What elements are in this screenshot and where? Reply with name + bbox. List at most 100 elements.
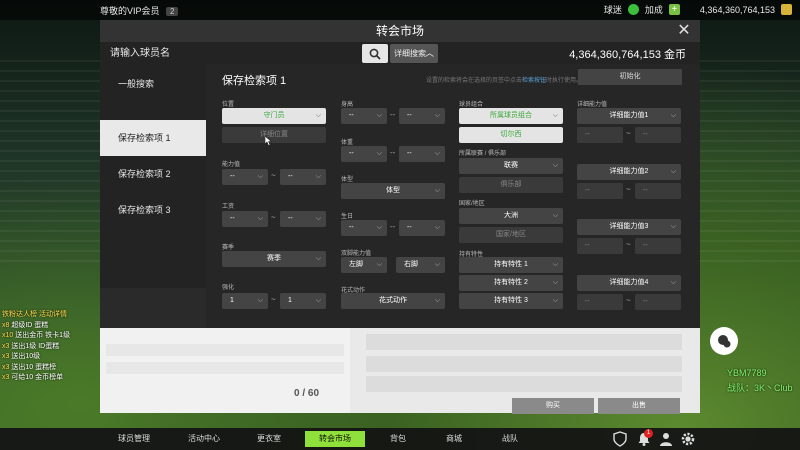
range-separator: -- [390, 222, 396, 231]
detail-ability-4-min[interactable]: -- [577, 294, 623, 310]
range-separator: ~ [626, 185, 631, 194]
weight-min-select[interactable]: -- ⌵ [341, 146, 387, 162]
nav-player-management[interactable]: 球员管理 [108, 431, 160, 447]
detail-ability-1-max[interactable]: -- [635, 127, 681, 143]
search-icon [369, 48, 381, 60]
season-select[interactable]: 赛季 ⌵ [222, 251, 326, 267]
season-value: 赛季 [267, 255, 281, 262]
detail-position-select[interactable]: 详细位置 [222, 127, 326, 143]
nav-transfer-market[interactable]: 转会市场 [305, 431, 365, 447]
right-foot-select[interactable]: 右脚 ⌵ [396, 257, 445, 273]
detail-ability-2-min[interactable]: -- [577, 183, 623, 199]
birthday-max-select[interactable]: -- ⌵ [399, 220, 445, 236]
advanced-search-button[interactable]: 详细搜索 ︿ [390, 44, 438, 63]
sidebar-item-saved-2[interactable]: 保存检索项 2 [100, 156, 206, 192]
search-sidebar: 一般搜索 保存检索项 1 保存检索项 2 保存检索项 3 [100, 64, 206, 288]
sidebar-item-saved-3[interactable]: 保存检索项 3 [100, 192, 206, 228]
salary-max-select[interactable]: -- ⌵ [280, 211, 326, 227]
skill-move-select[interactable]: 花式动作 ⌵ [341, 293, 445, 309]
trait-3-select[interactable]: 持有特性 3 ⌵ [459, 293, 563, 309]
smile-icon[interactable] [627, 4, 639, 15]
ability-min-select[interactable]: -- ⌵ [222, 169, 268, 185]
right-foot-value: 右脚 [404, 261, 418, 268]
trade-area: 购买 出售 [350, 328, 700, 414]
upgrade-min-select[interactable]: 1 ⌵ [222, 293, 268, 309]
reset-button[interactable]: 初始化 [578, 69, 682, 85]
position-label: 位置 [222, 102, 235, 108]
chat-line: x3 可给10 金币榜单 [2, 373, 104, 384]
share-button[interactable] [710, 327, 738, 355]
ability-max-value: -- [288, 173, 293, 180]
trait-1-select[interactable]: 持有特性 1 ⌵ [459, 257, 563, 273]
sidebar-item-saved-1[interactable]: 保存检索项 1 [100, 120, 206, 156]
nation-select[interactable]: 国家/地区 [459, 227, 563, 243]
detail-ability-3-min[interactable]: -- [577, 238, 623, 254]
detail-ability-2-max[interactable]: -- [635, 183, 681, 199]
continent-select[interactable]: 大洲 ⌵ [459, 208, 563, 224]
player-search-input[interactable] [110, 44, 360, 62]
detail-ability-3-max[interactable]: -- [635, 238, 681, 254]
chevron-down-icon: ⌵ [434, 297, 440, 304]
plus-icon[interactable]: + [668, 4, 680, 15]
user-icon[interactable] [658, 431, 674, 447]
detail-ability-4-max[interactable]: -- [635, 294, 681, 310]
nav-event-center[interactable]: 活动中心 [178, 431, 230, 447]
search-button[interactable] [362, 44, 388, 63]
detail-ability-3-select[interactable]: 详细能力值3 ⌵ [577, 219, 681, 235]
detail-ability-4-select[interactable]: 详细能力值4 ⌵ [577, 275, 681, 291]
chevron-down-icon: ⌵ [376, 224, 382, 231]
nav-shop[interactable]: 商城 [436, 431, 472, 447]
list-item[interactable] [106, 362, 344, 374]
left-foot-select[interactable]: 左脚 ⌵ [341, 257, 387, 273]
sell-button[interactable]: 出售 [598, 398, 680, 414]
fans-label: 球迷 [603, 5, 622, 15]
info-bar [366, 376, 682, 392]
body-type-select[interactable]: 体型 ⌵ [341, 183, 445, 199]
chevron-down-icon: ⌵ [315, 173, 321, 180]
gear-icon[interactable] [680, 431, 696, 447]
nation-label: 国家/地区 [459, 201, 485, 207]
chat-count: x10 [2, 332, 14, 339]
position-select[interactable]: 守门员 ⌵ [222, 108, 326, 124]
detail-ability-2-select[interactable]: 详细能力值2 ⌵ [577, 164, 681, 180]
shield-icon[interactable] [612, 431, 628, 447]
range-separator: ~ [271, 171, 276, 180]
list-item[interactable] [106, 344, 344, 356]
player-list-area: 0 / 60 [100, 328, 350, 413]
weight-max-select[interactable]: -- ⌵ [399, 146, 445, 162]
nav-backpack[interactable]: 背包 [380, 431, 416, 447]
upgrade-max-select[interactable]: 1 ⌵ [280, 293, 326, 309]
sidebar-item-label: 保存检索项 2 [118, 169, 171, 179]
body-type-label: 体型 [341, 177, 354, 183]
nav-team[interactable]: 战队 [492, 431, 528, 447]
trait-2-select[interactable]: 持有特性 2 ⌵ [459, 275, 563, 291]
salary-min-select[interactable]: -- ⌵ [222, 211, 268, 227]
combo-select[interactable]: 所属球员组合 ⌵ [459, 108, 563, 124]
height-min-select[interactable]: -- ⌵ [341, 108, 387, 124]
close-icon[interactable]: ✕ [676, 23, 692, 39]
detail-ability-1-select[interactable]: 详细能力值1 ⌵ [577, 108, 681, 124]
trait-1-value: 持有特性 1 [494, 261, 528, 268]
ability-max-select[interactable]: -- ⌵ [280, 169, 326, 185]
chat-text: 可给10 金币榜单 [9, 374, 64, 381]
club-select[interactable]: 俱乐部 [459, 177, 563, 193]
vip-status: 尊敬的VIP会员 2 [100, 4, 179, 17]
height-max-select[interactable]: -- ⌵ [399, 108, 445, 124]
buy-button[interactable]: 购买 [512, 398, 594, 414]
detail-ability-2-min-value: -- [585, 187, 590, 194]
birthday-min-select[interactable]: -- ⌵ [341, 220, 387, 236]
weight-max-value: -- [407, 150, 412, 157]
ability-label: 能力值 [222, 162, 241, 168]
nav-locker-room[interactable]: 更衣室 [246, 431, 292, 447]
detail-ability-1-min-value: -- [585, 131, 590, 138]
combo-sub-value: 切尔西 [500, 131, 522, 138]
detail-ability-3-max-value: -- [643, 242, 648, 249]
streamer-team: 战队：3K丶Club [727, 383, 793, 393]
detail-ability-1-min[interactable]: -- [577, 127, 623, 143]
modal-title: 转会市场 [100, 20, 700, 42]
combo-sub-select[interactable]: 切尔西 [459, 127, 563, 143]
skill-move-value: 花式动作 [379, 297, 407, 304]
sidebar-item-general-search[interactable]: 一般搜索 [100, 66, 206, 102]
league-select[interactable]: 联赛 ⌵ [459, 158, 563, 174]
coin-balance: 4,364,360,764,153 金币 [569, 49, 686, 61]
